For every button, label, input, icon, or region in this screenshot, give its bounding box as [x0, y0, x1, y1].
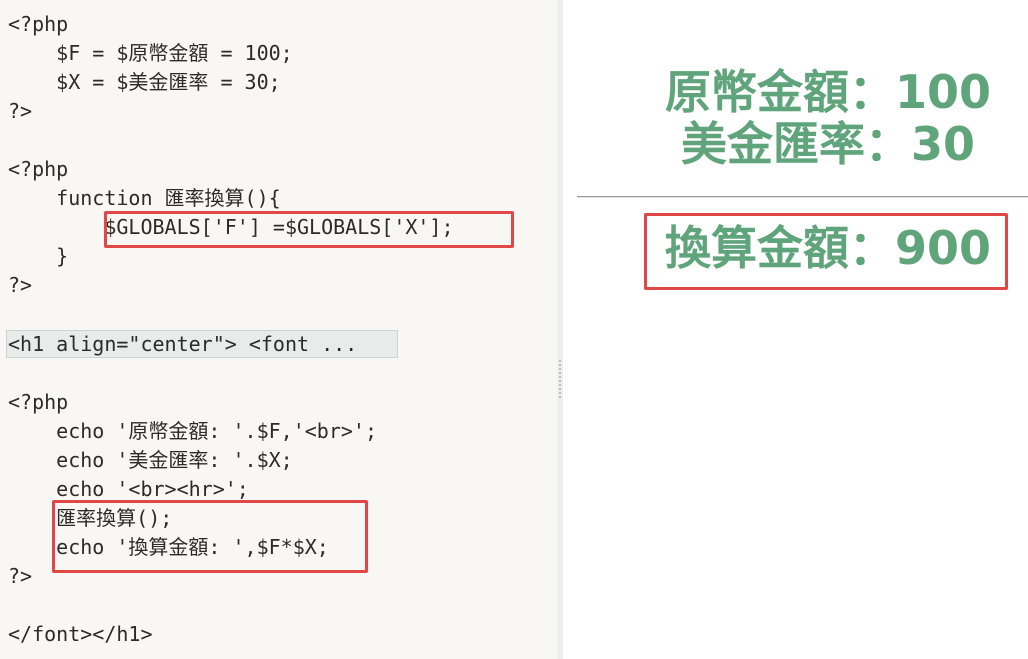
output-original-amount: 原幣金額：100 — [664, 65, 992, 119]
splitter-grip[interactable] — [559, 360, 561, 400]
code-line: } — [8, 244, 69, 268]
code-line: ?> — [8, 99, 33, 123]
code-line: <?php — [8, 390, 69, 414]
code-line: echo '美金匯率: '.$X; — [8, 448, 293, 472]
result-highlight-box — [644, 213, 1008, 290]
globals-highlight-box — [104, 211, 514, 248]
output-exchange-rate: 美金匯率：30 — [680, 117, 975, 171]
code-line: function 匯率換算(){ — [8, 186, 281, 210]
code-line: ?> — [8, 273, 33, 297]
code-line: $F = $原幣金額 = 100; — [8, 41, 293, 65]
screenshot-root: <?php $F = $原幣金額 = 100; $X = $美金匯率 = 30;… — [0, 0, 1028, 659]
code-line: </font></h1> — [8, 622, 153, 646]
output-preview-pane: 原幣金額：100 美金匯率：30 換算金額：900 — [563, 0, 1028, 659]
code-line: ?> — [8, 564, 33, 588]
folded-code-line: <h1 align="center"> <font ... — [8, 332, 358, 356]
code-line: echo '原幣金額: '.$F,'<br>'; — [8, 419, 377, 443]
call-highlight-box — [52, 500, 368, 573]
code-line: $X = $美金匯率 = 30; — [8, 70, 281, 94]
code-line: <?php — [8, 12, 69, 36]
code-editor-pane[interactable]: <?php $F = $原幣金額 = 100; $X = $美金匯率 = 30;… — [0, 0, 557, 659]
code-line: <?php — [8, 157, 69, 181]
horizontal-rule — [577, 196, 1028, 198]
